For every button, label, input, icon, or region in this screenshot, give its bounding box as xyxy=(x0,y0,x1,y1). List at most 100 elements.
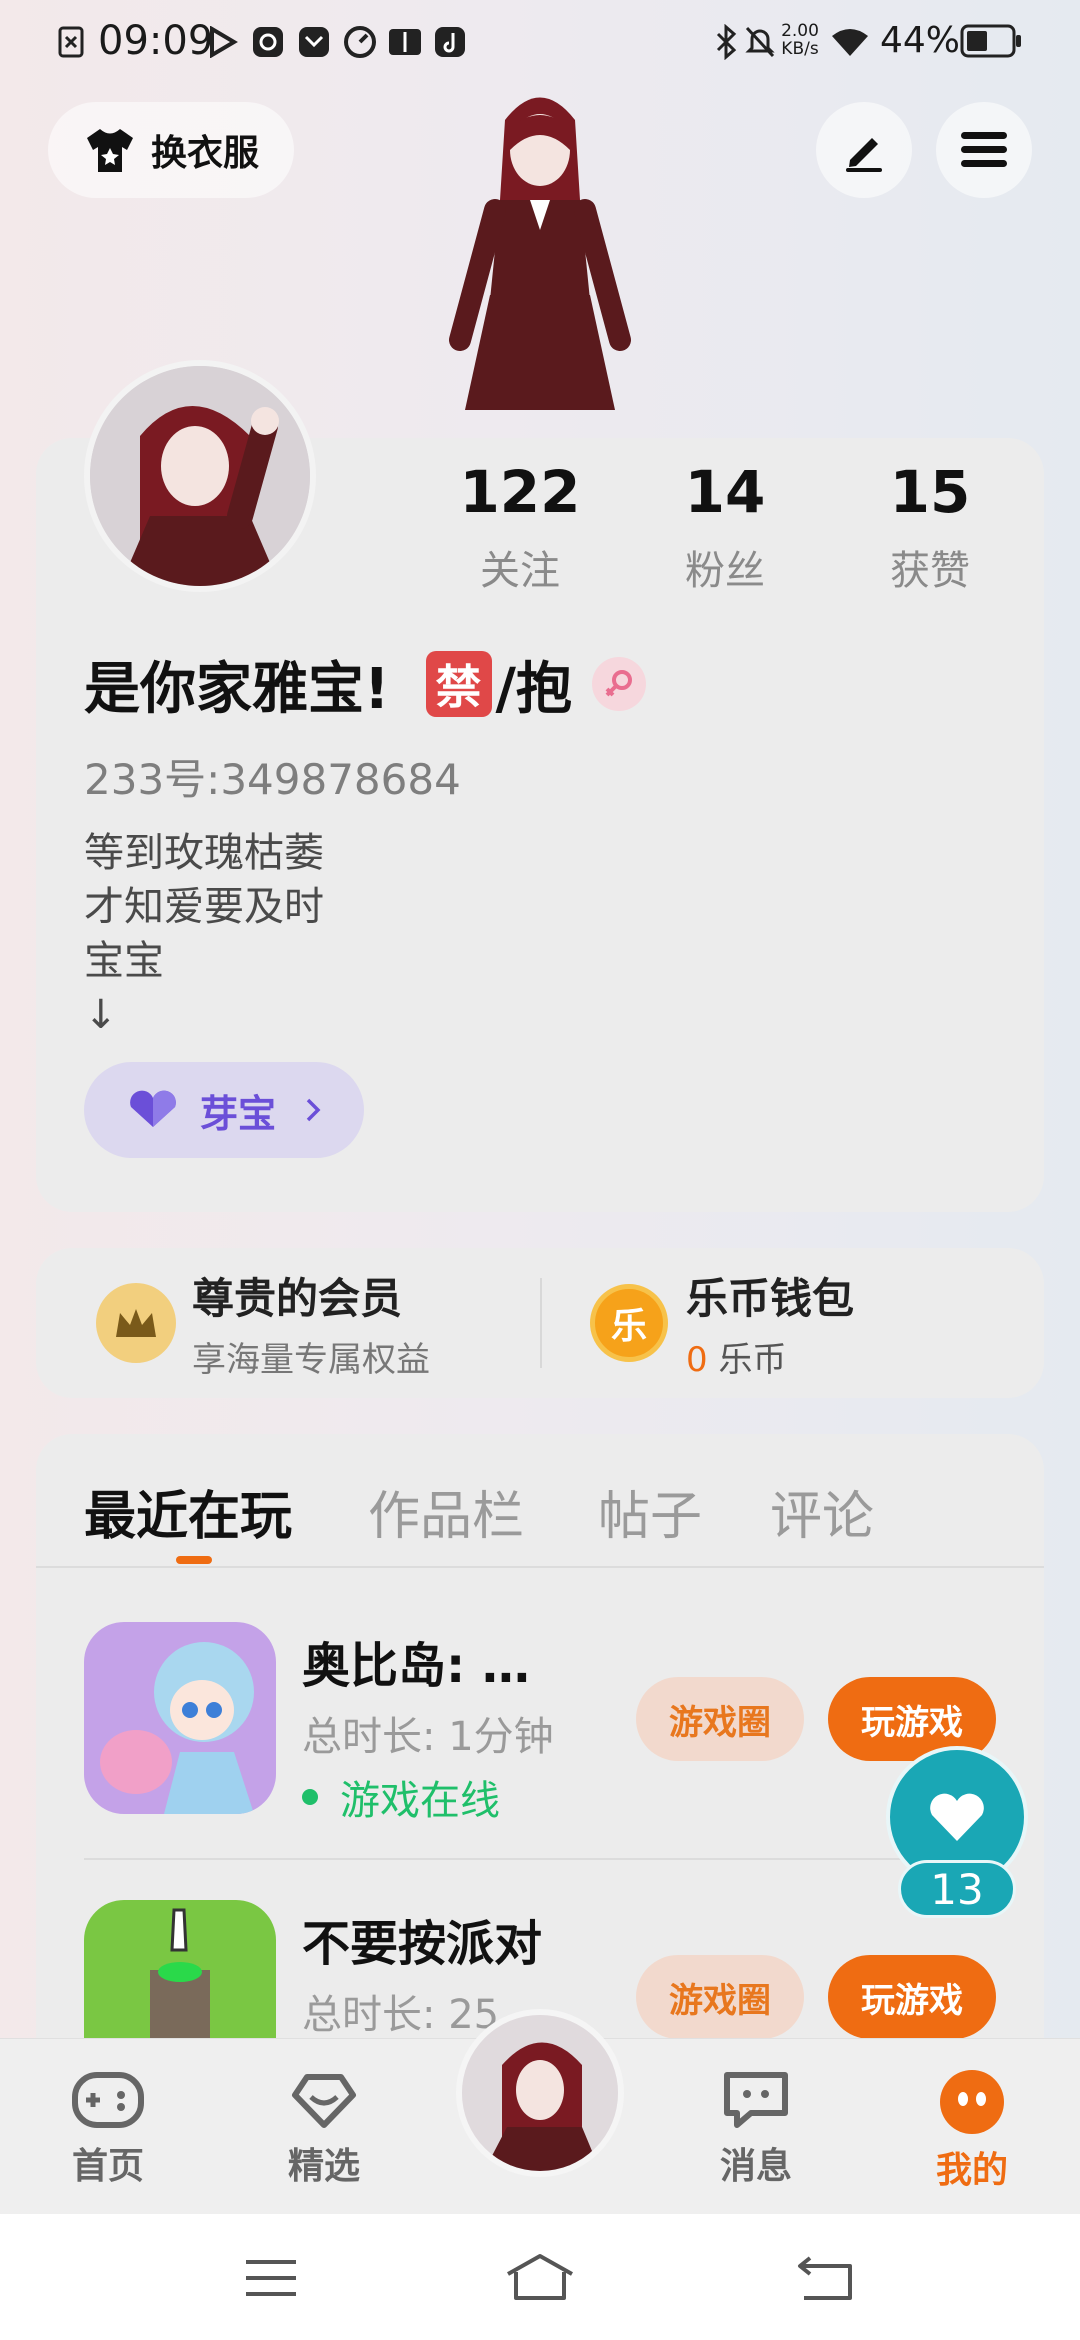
hamburger-icon xyxy=(961,132,1007,167)
me-icon xyxy=(940,2070,1004,2134)
nav-me-label: 我的 xyxy=(935,2150,1008,2191)
avatar-image xyxy=(90,366,310,586)
music-app-icon xyxy=(435,27,465,57)
fans-count: 14 xyxy=(684,458,766,526)
coin-wallet-title: 乐币钱包 xyxy=(686,1274,855,1323)
avatar[interactable] xyxy=(84,360,316,592)
system-nav-bar xyxy=(0,2214,1080,2340)
game-icon xyxy=(84,1622,276,1814)
tab-works[interactable]: 作品栏 xyxy=(368,1474,524,1549)
bio-line: ↓ xyxy=(84,992,118,1038)
coin-amount: 0 xyxy=(686,1340,708,1380)
vip-title: 尊贵的会员 xyxy=(192,1274,403,1323)
game-online-status: 游戏在线 xyxy=(302,1768,500,1826)
book-app-icon xyxy=(389,29,421,55)
fans-label: 粉丝 xyxy=(685,548,765,594)
play-icon xyxy=(210,26,238,58)
sprout-tag-button[interactable]: 芽宝 xyxy=(84,1062,364,1158)
chat-icon xyxy=(724,2072,788,2128)
game-circle-button[interactable]: 游戏圈 xyxy=(636,1955,804,2039)
net-speed: 2.00 KB/s xyxy=(781,21,819,59)
gauge-app-icon xyxy=(344,26,376,58)
profile-name: 是你家雅宝! xyxy=(84,656,390,722)
avatar-image xyxy=(462,2015,618,2171)
coin-icon: 乐 xyxy=(590,1284,668,1362)
heart-icon xyxy=(930,1793,984,1841)
bio-line: 才知爱要及时 xyxy=(84,884,324,930)
video-app-icon xyxy=(253,27,283,57)
avatar-figure xyxy=(449,97,631,410)
following-count: 122 xyxy=(459,458,581,526)
recents-icon[interactable] xyxy=(244,2258,298,2298)
change-outfit-label: 换衣服 xyxy=(150,133,259,174)
sim-icon xyxy=(58,26,84,58)
mail-app-icon xyxy=(299,27,329,57)
back-icon[interactable] xyxy=(796,2254,854,2302)
bluetooth-icon xyxy=(716,24,737,60)
bottom-nav: 首页 精选 消息 我的 xyxy=(0,2009,1080,2214)
stat-fans[interactable]: 14 粉丝 xyxy=(655,458,795,596)
profile-name-line: 是你家雅宝! 禁 /抱 xyxy=(84,648,646,722)
tab-bar: 最近在玩 作品栏 帖子 评论 xyxy=(36,1434,1044,1568)
gamepad-icon xyxy=(72,2072,144,2128)
online-label: 游戏在线 xyxy=(340,1778,500,1824)
nav-home[interactable]: 首页 xyxy=(28,2069,188,2189)
game-title: 奥比岛: … xyxy=(302,1638,530,1694)
nav-messages-label: 消息 xyxy=(719,2146,792,2187)
heart-outline-icon xyxy=(292,2074,356,2128)
list-item[interactable]: 奥比岛: … 总时长: 1分钟 游戏在线 游戏圈 玩游戏 xyxy=(84,1622,996,1824)
vip-entry[interactable]: 尊贵的会员 享海量专属权益 xyxy=(36,1248,540,1398)
play-game-button[interactable]: 玩游戏 xyxy=(828,1955,996,2039)
divider xyxy=(84,1858,996,1860)
chevron-right-icon xyxy=(306,1098,321,1122)
nav-home-label: 首页 xyxy=(71,2146,144,2187)
coin-wallet-entry[interactable]: 乐 乐币钱包 0 乐币 xyxy=(540,1248,1044,1398)
coin-unit: 乐币 xyxy=(718,1340,787,1380)
profile-name-suffix: /抱 xyxy=(495,656,572,722)
wifi-icon xyxy=(832,29,868,56)
game-title: 不要按派对 xyxy=(302,1916,543,1972)
nav-avatar[interactable] xyxy=(456,2009,624,2177)
menu-button[interactable] xyxy=(936,102,1032,198)
mute-icon xyxy=(745,26,775,58)
nav-featured-label: 精选 xyxy=(287,2146,360,2187)
game-circle-button[interactable]: 游戏圈 xyxy=(636,1677,804,1761)
heart-icon xyxy=(130,1090,176,1127)
likes-label: 获赞 xyxy=(890,548,970,594)
edit-icon xyxy=(846,138,882,172)
status-time: 09:09 xyxy=(98,18,214,64)
game-icon xyxy=(84,1900,276,2040)
nav-featured[interactable]: 精选 xyxy=(244,2069,404,2189)
nav-messages[interactable]: 消息 xyxy=(676,2069,836,2189)
vip-subtitle: 享海量专属权益 xyxy=(192,1340,430,1380)
following-label: 关注 xyxy=(480,548,560,594)
forbidden-badge: 禁 xyxy=(425,651,492,717)
stat-following[interactable]: 122 关注 xyxy=(450,458,590,596)
stat-likes[interactable]: 15 获赞 xyxy=(860,458,1000,596)
bio-line: 宝宝 xyxy=(84,938,164,984)
game-duration: 总时长: 1分钟 xyxy=(302,1714,554,1760)
online-dot-icon xyxy=(302,1789,318,1805)
gender-female-icon xyxy=(592,657,646,711)
status-bar: 09:09 2.00 KB/s 44% xyxy=(0,0,1080,90)
likes-count: 15 xyxy=(889,458,971,526)
battery-icon xyxy=(960,24,1021,58)
home-icon[interactable] xyxy=(504,2252,576,2302)
tab-recent-play[interactable]: 最近在玩 xyxy=(84,1474,292,1549)
tab-posts[interactable]: 帖子 xyxy=(598,1474,702,1549)
like-count: 13 xyxy=(898,1860,1016,1918)
shirt-icon xyxy=(86,129,133,172)
nav-me[interactable]: 我的 xyxy=(892,2069,1052,2193)
profile-id: 233号:349878684 xyxy=(84,755,461,804)
battery-percent: 44% xyxy=(880,20,961,61)
tab-comments[interactable]: 评论 xyxy=(770,1474,874,1549)
tab-indicator xyxy=(176,1556,212,1564)
sprout-tag-label: 芽宝 xyxy=(199,1091,276,1136)
edit-profile-button[interactable] xyxy=(816,102,912,198)
game-duration: 总时长: 25 xyxy=(302,1992,500,2038)
change-outfit-button[interactable]: 换衣服 xyxy=(48,102,294,198)
coin-balance: 0 乐币 xyxy=(686,1332,854,1381)
crown-icon xyxy=(96,1283,176,1363)
bio-line: 等到玫瑰枯萎 xyxy=(84,830,324,876)
profile-bio: 等到玫瑰枯萎 才知爱要及时 宝宝 ↓ xyxy=(84,826,324,1042)
